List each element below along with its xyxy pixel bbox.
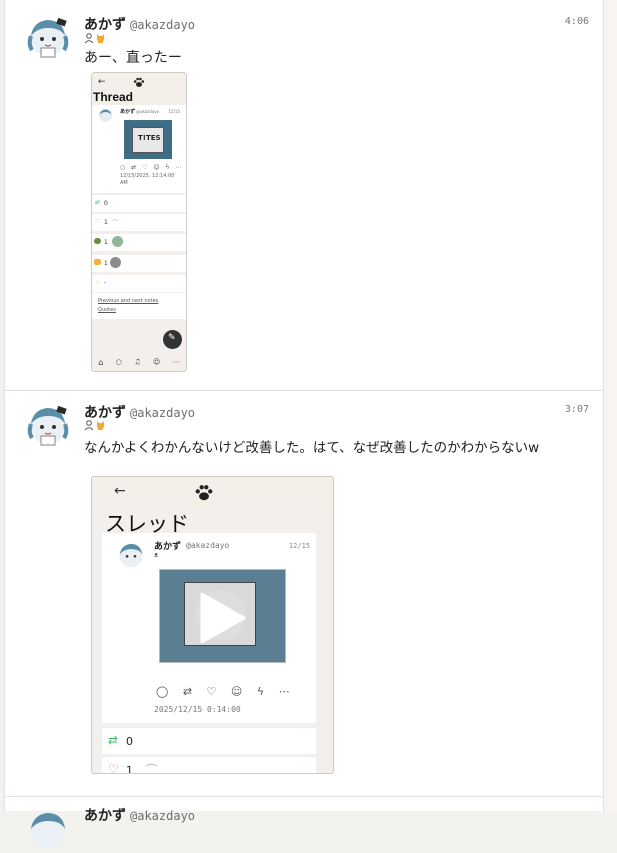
mini-note-card: あかず @akazdayo 12/15 T!TES ○ ⇄ ♡ ☺ ϟ ⋯ 12… xyxy=(92,105,186,193)
search-icon: ○ xyxy=(115,358,122,366)
more-icon: ⋯ xyxy=(278,685,290,698)
stat-value: 1 xyxy=(104,219,108,226)
heart-icon: ♡ xyxy=(108,762,119,774)
paw-icon xyxy=(133,77,145,87)
inner-handle: @akazdayo xyxy=(186,541,230,550)
renote-icon: ⇄ xyxy=(182,685,193,698)
stat-value: 1 xyxy=(104,239,108,246)
note[interactable]: あかず @akazdayo 3:07 なんかよくわかんないけど改善した。はて、なぜ… xyxy=(5,391,603,797)
person-icon xyxy=(84,32,94,43)
stat-value: 0 xyxy=(126,735,133,748)
author-handle[interactable]: @akazdayo xyxy=(130,406,195,420)
inner-handle: @akazdayo xyxy=(136,109,160,114)
links-block: Previous and next notes Quotes xyxy=(92,293,186,319)
renote-stat-row: ⇄ 0 xyxy=(92,195,186,212)
image-text: T!TES xyxy=(138,134,161,142)
person-icon: ᴥ xyxy=(154,551,159,559)
renote-icon: ⇄ xyxy=(95,199,101,206)
avatar[interactable] xyxy=(25,807,71,853)
reaction-stat-row: ♡ 1 ⌒ xyxy=(102,757,316,774)
note-text: あー、直ったー xyxy=(84,50,182,66)
note[interactable]: あかず @akazdayo xyxy=(5,797,603,849)
reply-icon: ◯ xyxy=(156,685,169,698)
printer-image: T!TES xyxy=(124,120,172,159)
thread-title: Thread xyxy=(93,90,134,104)
timeline[interactable]: あかず @akazdayo 4:06 あー、直ったー ← Thread あかず @… xyxy=(4,0,604,849)
stat-value: 0 xyxy=(104,200,108,207)
note[interactable]: あかず @akazdayo 4:06 あー、直ったー ← Thread あかず @… xyxy=(5,0,603,391)
renote-icon: ⇄ xyxy=(108,733,119,747)
inner-time: 12/15 xyxy=(288,542,310,550)
image-attachment[interactable]: ← Thread あかず @akazdayo 12/15 T!TES ○ ⇄ ♡… xyxy=(91,72,187,372)
star-icon: ☆ xyxy=(95,279,101,286)
mini-tab-bar: ⌂ ○ ♫ ☺ ⋯ xyxy=(92,353,186,371)
thumbs-up-emoji xyxy=(94,259,101,265)
reaction-stat-row: 1 xyxy=(92,255,186,272)
action-bar: ◯ ⇄ ♡ ☺ ϟ ⋯ xyxy=(156,685,290,698)
author-name[interactable]: あかず xyxy=(84,17,126,33)
sparkline-icon: ⌒ xyxy=(112,220,119,227)
inner-author: あかず xyxy=(120,109,136,115)
author-handle[interactable]: @akazdayo xyxy=(130,809,195,823)
heart-icon: ♡ xyxy=(206,685,217,698)
video-thumbnail xyxy=(159,569,286,663)
right-gutter xyxy=(603,0,617,811)
reaction-stat-row: ♡ 1 ⌒ xyxy=(92,214,186,231)
mini-actions: ○ ⇄ ♡ ☺ ϟ ⋯ xyxy=(120,164,184,171)
paw-icon xyxy=(195,485,213,501)
inner-time: 12/15 xyxy=(168,109,180,114)
avatar[interactable] xyxy=(25,402,71,448)
avatar xyxy=(99,109,112,122)
note-text: なんかよくわかんないけど改善した。はて、なぜ改善したのかわからないw xyxy=(84,440,540,456)
reaction-stat-row: 1 xyxy=(92,234,186,251)
avatar xyxy=(110,257,121,268)
stat-value: 1 xyxy=(104,260,108,267)
heart-icon: ♡ xyxy=(95,218,101,225)
image-attachment[interactable]: ← スレッド あかず @akazdayo 12/15 ᴥ ◯ ⇄ ♡ ☺ ϟ ⋯… xyxy=(91,476,334,774)
turtle-emoji xyxy=(94,238,101,244)
inner-timestamp: 2025/12/15 0:14:00 xyxy=(154,705,241,714)
badges xyxy=(84,419,106,431)
bell-icon: ♫ xyxy=(134,358,141,366)
link-prev-next: Previous and next notes xyxy=(98,298,159,304)
star-stat-row: ☆ - xyxy=(92,275,186,292)
avatar xyxy=(112,236,123,247)
author-name[interactable]: あかず xyxy=(84,808,126,824)
avatar xyxy=(119,543,143,568)
person-icon: ☺ xyxy=(153,358,161,366)
more-icon: ⋯ xyxy=(172,358,180,366)
author-handle[interactable]: @akazdayo xyxy=(130,18,195,32)
avatar[interactable] xyxy=(25,14,71,60)
inner-timestamp: 12/15/2025, 12:14:00 AM xyxy=(120,173,175,186)
home-icon: ⌂ xyxy=(98,357,104,367)
big-note-card: あかず @akazdayo 12/15 ᴥ ◯ ⇄ ♡ ☺ ϟ ⋯ 2025/1… xyxy=(102,533,316,723)
pencil-icon: ✎ xyxy=(168,333,176,343)
stat-value: - xyxy=(104,279,107,286)
boost-icon: ϟ xyxy=(256,685,265,698)
back-arrow-icon: ← xyxy=(98,77,106,87)
cat-icon xyxy=(96,33,105,43)
back-arrow-icon: ← xyxy=(114,483,126,499)
note-time[interactable]: 4:06 xyxy=(565,16,589,27)
cat-icon xyxy=(96,420,105,430)
link-quotes: Quotes xyxy=(98,307,116,313)
badges xyxy=(84,32,106,44)
big-header: ← xyxy=(92,477,333,510)
play-icon xyxy=(200,592,246,644)
compose-button: ✎ xyxy=(163,330,182,349)
person-icon xyxy=(84,419,94,430)
note-time[interactable]: 3:07 xyxy=(565,404,589,415)
sparkline-icon: ⌒ xyxy=(146,763,157,774)
stat-value: 1 xyxy=(126,764,133,774)
reaction-icon: ☺ xyxy=(230,685,243,698)
renote-stat-row: ⇄ 0 xyxy=(102,728,316,754)
